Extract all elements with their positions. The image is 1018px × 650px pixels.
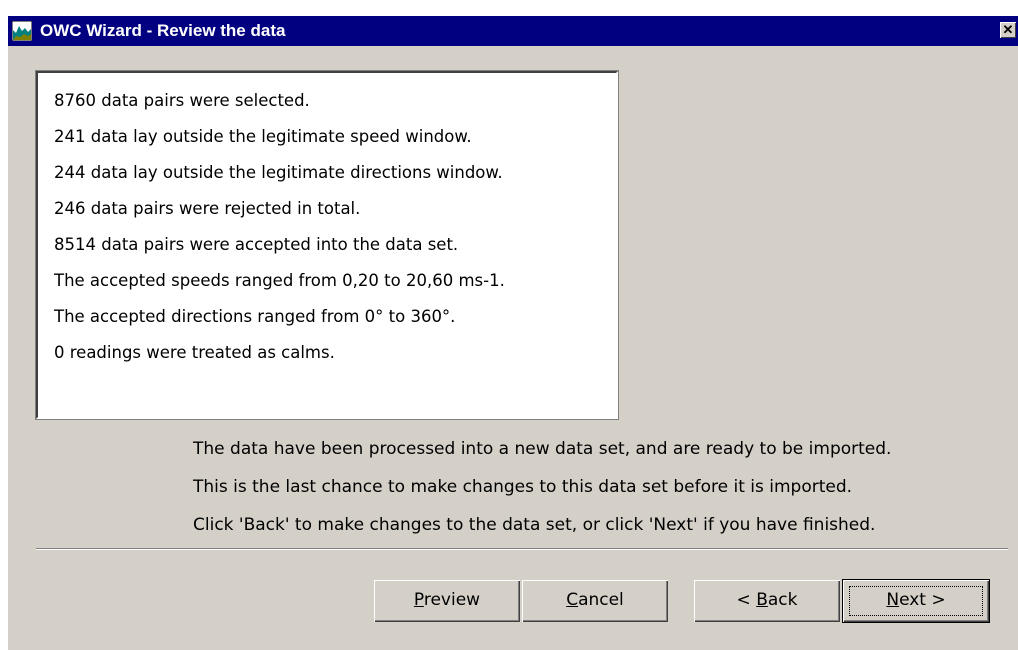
instructions-text: The data have been processed into a new … bbox=[193, 430, 891, 544]
title-bar[interactable]: OWC Wizard - Review the data ✕ bbox=[8, 16, 1018, 46]
chart-app-icon bbox=[12, 21, 32, 41]
summary-line-accepted: 8514 data pairs were accepted into the d… bbox=[54, 235, 459, 254]
instruction-line-back-next: Click 'Back' to make changes to the data… bbox=[193, 515, 876, 535]
summary-panel: 8760 data pairs were selected. 241 data … bbox=[36, 71, 618, 419]
summary-list: 8760 data pairs were selected. 241 data … bbox=[54, 83, 505, 371]
close-icon: ✕ bbox=[1002, 22, 1014, 37]
summary-line-selected: 8760 data pairs were selected. bbox=[54, 91, 310, 110]
summary-line-direction-outside: 244 data lay outside the legitimate dire… bbox=[54, 163, 503, 182]
next-button[interactable]: Next > bbox=[843, 580, 989, 622]
summary-line-speed-outside: 241 data lay outside the legitimate spee… bbox=[54, 127, 472, 146]
window-title: OWC Wizard - Review the data bbox=[40, 21, 286, 40]
summary-line-calms: 0 readings were treated as calms. bbox=[54, 343, 335, 362]
preview-button[interactable]: Preview bbox=[374, 580, 520, 622]
cancel-button[interactable]: Cancel bbox=[522, 580, 668, 622]
summary-line-direction-range: The accepted directions ranged from 0° t… bbox=[54, 307, 456, 326]
summary-line-speed-range: The accepted speeds ranged from 0,20 to … bbox=[54, 271, 505, 290]
preview-button-label: Preview bbox=[413, 590, 481, 610]
instruction-line-last-chance: This is the last chance to make changes … bbox=[193, 477, 853, 497]
summary-line-rejected: 246 data pairs were rejected in total. bbox=[54, 199, 361, 218]
cancel-button-label: Cancel bbox=[566, 590, 624, 610]
back-button-label: < Back bbox=[736, 590, 798, 610]
close-button[interactable]: ✕ bbox=[1000, 22, 1016, 38]
wizard-window: OWC Wizard - Review the data ✕ 8760 data… bbox=[8, 16, 1018, 650]
next-button-label: Next > bbox=[886, 590, 946, 610]
back-button[interactable]: < Back bbox=[694, 580, 840, 622]
separator-line bbox=[36, 548, 1008, 550]
instruction-line-processed: The data have been processed into a new … bbox=[193, 439, 892, 459]
